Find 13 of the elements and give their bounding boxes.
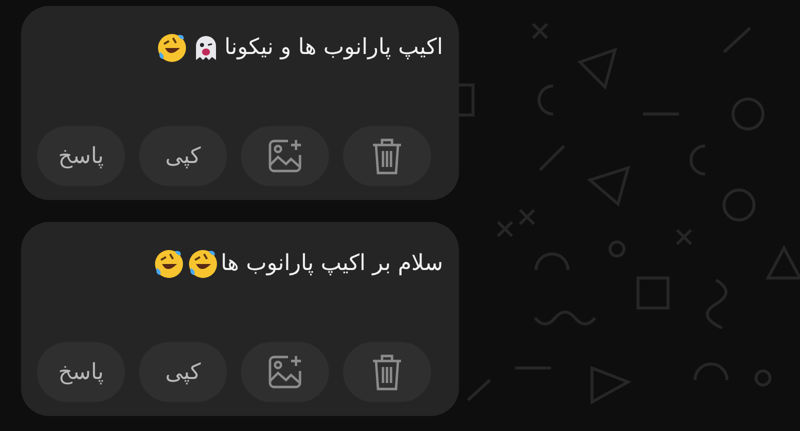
copy-button[interactable]: کپی — [139, 342, 227, 402]
trash-icon — [370, 136, 404, 176]
laughing-emoji-icon — [156, 32, 188, 64]
copy-button[interactable]: کپی — [139, 126, 227, 186]
reply-button[interactable]: پاسخ — [37, 126, 125, 186]
message-text: اکیپ پارانوب ها و نیکونا — [224, 34, 443, 62]
laughing-emoji-icon — [152, 248, 185, 280]
trash-icon — [370, 352, 404, 392]
image-plus-icon — [266, 353, 304, 391]
reply-button[interactable]: پاسخ — [37, 342, 125, 402]
image-plus-icon — [266, 137, 304, 175]
message-text: سلام بر اکیپ پارانوب ها — [220, 250, 443, 278]
laughing-emoji-icon — [186, 248, 219, 280]
